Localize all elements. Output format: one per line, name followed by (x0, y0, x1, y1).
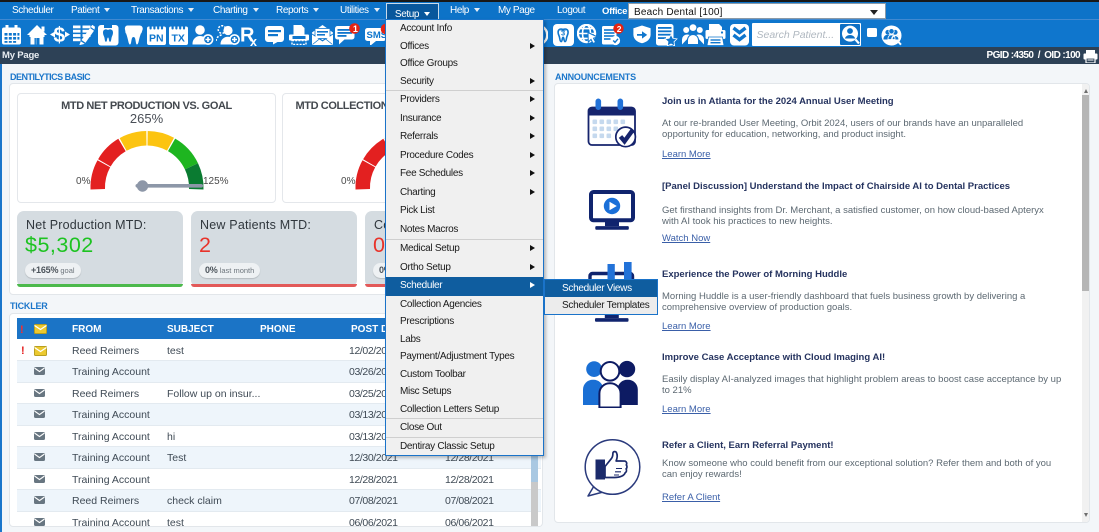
svg-text:TX: TX (171, 33, 184, 45)
svg-text:125%: 125% (203, 176, 229, 187)
svg-text:3: 3 (561, 29, 565, 38)
svg-text:PN: PN (149, 33, 164, 45)
svg-text:0%: 0% (341, 176, 356, 187)
svg-text:1: 1 (353, 24, 358, 34)
svg-text:x: x (250, 35, 257, 46)
svg-text:2: 2 (616, 24, 621, 34)
svg-text:$: $ (54, 24, 66, 46)
svg-text:0%: 0% (76, 176, 91, 187)
